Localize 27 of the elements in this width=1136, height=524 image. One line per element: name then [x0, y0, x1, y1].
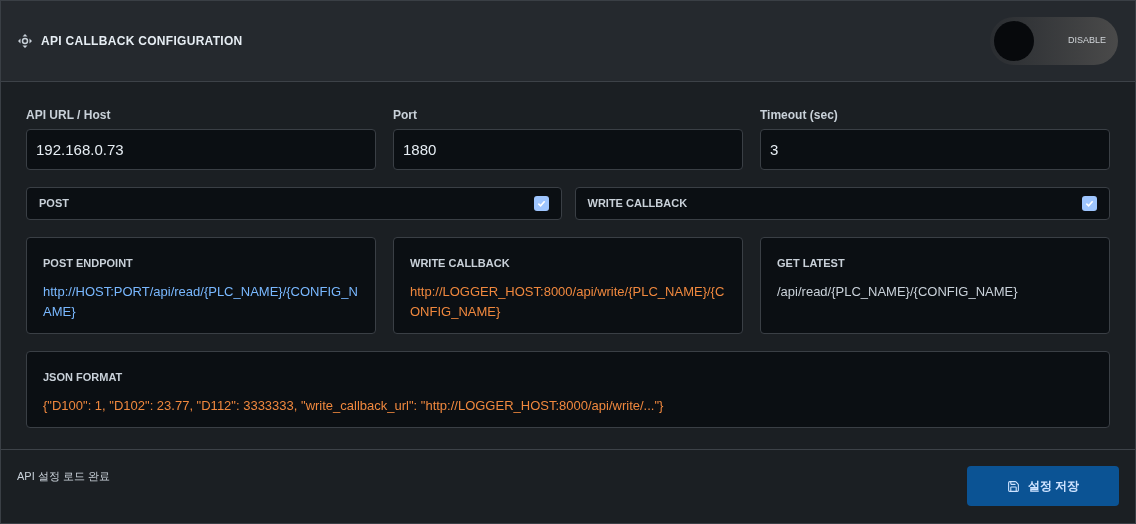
- status-message: API 설정 로드 완료: [17, 469, 110, 484]
- check-icon: [536, 199, 546, 208]
- json-example: {"D100": 1, "D102": 23.77, "D112": 3333333, "write_callback_url": "http://LOGGER_HOST:8000/api/write/..."}: [43, 396, 665, 415]
- panel-title: API CALLBACK CONFIGURATION: [41, 33, 243, 50]
- option-label: WRITE CALLBACK: [587, 196, 688, 212]
- card-title: WRITE CALLBACK: [410, 256, 511, 271]
- field-label: Port: [393, 107, 418, 124]
- input-field[interactable]: 192.168.0.73: [26, 129, 376, 170]
- input-field[interactable]: 3: [760, 129, 1110, 170]
- checkbox[interactable]: [1082, 196, 1097, 211]
- field-label: API URL / Host: [26, 107, 112, 124]
- card-title: GET LATEST: [777, 256, 846, 271]
- card-value: http://HOST:PORT/api/read/{PLC_NAME}/{CONFIG_NAME}: [43, 282, 359, 321]
- check-icon: [1085, 199, 1094, 208]
- option-label: POST: [39, 196, 69, 212]
- field-label: Timeout (sec): [760, 107, 839, 124]
- input-field[interactable]: 1880: [393, 129, 743, 170]
- save-button[interactable]: 설정 저장: [967, 466, 1119, 506]
- save-icon: [1006, 479, 1020, 493]
- toggle-knob: [994, 21, 1034, 61]
- card-title: POST ENDPOINT: [43, 256, 134, 271]
- card-value: http://LOGGER_HOST:8000/api/write/{PLC_NAME}/{CONFIG_NAME}: [410, 282, 726, 321]
- card-title: JSON FORMAT: [43, 370, 124, 385]
- enable-toggle[interactable]: DISABLE: [990, 17, 1118, 65]
- checkbox[interactable]: [533, 196, 549, 211]
- move-icon: [18, 34, 32, 48]
- card-value: /api/read/{PLC_NAME}/{CONFIG_NAME}: [777, 282, 1019, 301]
